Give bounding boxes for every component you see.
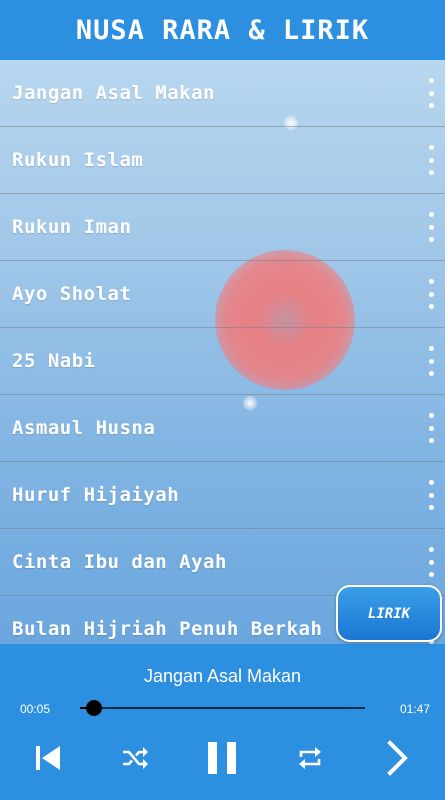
song-row[interactable]: Asmaul Husna [0,395,445,462]
more-vertical-icon[interactable] [423,346,439,376]
seek-bar[interactable] [80,700,365,716]
song-row[interactable]: Huruf Hijaiyah [0,462,445,529]
song-title: Bulan Hijriah Penuh Berkah [12,618,323,640]
more-vertical-icon[interactable] [423,547,439,577]
song-title: Rukun Iman [12,216,132,238]
song-row[interactable]: Rukun Islam [0,127,445,194]
more-vertical-icon[interactable] [423,279,439,309]
next-button[interactable] [374,736,422,780]
song-list-area[interactable]: Jangan Asal Makan Rukun Islam Rukun Iman… [0,60,445,644]
more-vertical-icon[interactable] [423,480,439,510]
shuffle-button[interactable] [111,736,159,780]
chevron-right-icon [387,740,408,776]
song-title: Ayo Sholat [12,283,132,305]
repeat-button[interactable] [286,736,334,780]
song-row[interactable]: 25 Nabi [0,328,445,395]
song-row[interactable]: Jangan Asal Makan [0,60,445,127]
total-time: 01:47 [399,702,430,716]
app-header: NUSA RARA & LIRIK [0,0,445,60]
more-vertical-icon[interactable] [423,413,439,443]
repeat-icon [299,747,321,769]
app-screen: NUSA RARA & LIRIK Jangan Asal Makan Ruku… [0,0,445,800]
lyrics-button[interactable]: LIRIK [336,585,442,642]
song-title: 25 Nabi [12,350,96,372]
song-title: Jangan Asal Makan [12,82,215,104]
more-vertical-icon[interactable] [423,145,439,175]
song-title: Rukun Islam [12,149,144,171]
elapsed-time: 00:05 [20,702,51,716]
previous-button[interactable] [24,736,72,780]
song-title: Cinta Ibu dan Ayah [12,551,227,573]
pause-icon [208,742,236,774]
pause-button[interactable] [198,736,246,780]
song-row[interactable]: Ayo Sholat [0,261,445,328]
app-title: NUSA RARA & LIRIK [75,14,370,46]
shuffle-icon [123,747,148,769]
player-bar: Jangan Asal Makan 00:05 01:47 [0,644,445,800]
song-title: Huruf Hijaiyah [12,484,180,506]
now-playing-title: Jangan Asal Makan [143,666,302,686]
song-list: Jangan Asal Makan Rukun Islam Rukun Iman… [0,60,445,644]
more-vertical-icon[interactable] [423,78,439,108]
more-vertical-icon[interactable] [423,212,439,242]
skip-previous-icon [36,746,60,770]
song-row[interactable]: Rukun Iman [0,194,445,261]
seek-thumb[interactable] [86,700,103,716]
song-title: Asmaul Husna [12,417,156,439]
